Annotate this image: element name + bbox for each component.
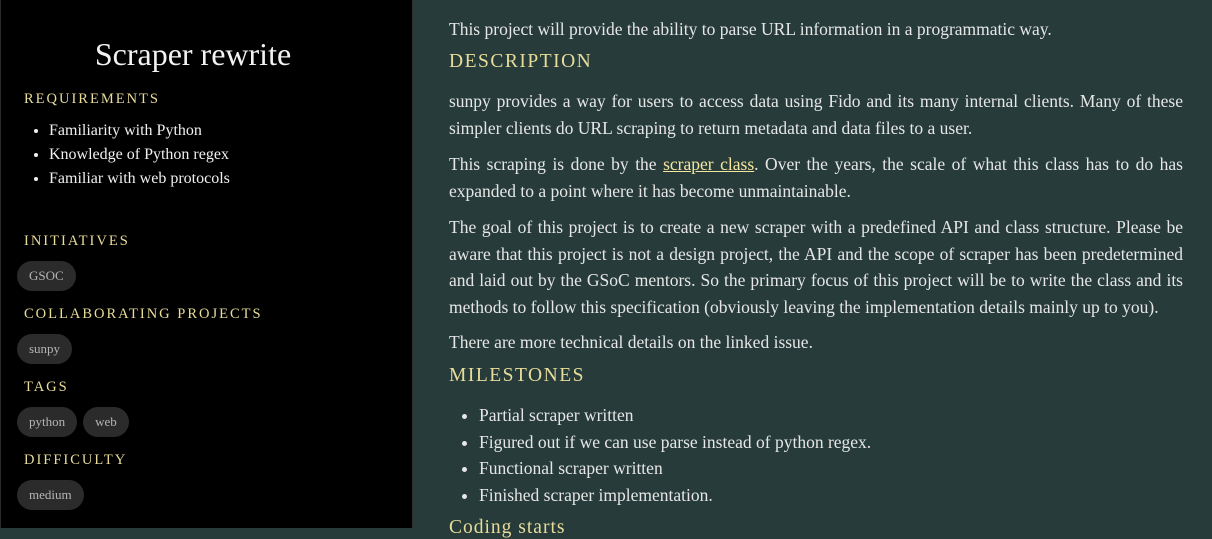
milestone-item: Partial scraper written xyxy=(479,402,871,429)
technical-details-text: There are more technical details on the … xyxy=(449,332,813,352)
scraper-class-link[interactable]: scraper class xyxy=(663,154,754,174)
requirement-item: Familiarity with Python xyxy=(49,119,230,143)
coding-starts-heading: Coding starts xyxy=(449,517,566,538)
goal-paragraph: The goal of this project is to create a … xyxy=(449,217,1183,317)
collaborating-projects-heading: COLLABORATING PROJECTS xyxy=(24,306,263,322)
tag-pill-web[interactable]: web xyxy=(83,407,129,437)
difficulty-pill-medium[interactable]: medium xyxy=(17,480,84,510)
requirement-item: Familiar with web protocols xyxy=(49,167,230,191)
initiative-pill-gsoc[interactable]: GSOC xyxy=(17,261,76,291)
scraper-text-before: This scraping is done by the xyxy=(449,154,664,174)
requirement-item: Knowledge of Python regex xyxy=(49,143,230,167)
milestones-heading: MILESTONES xyxy=(449,365,585,386)
milestone-item: Figured out if we can use parse instead … xyxy=(479,429,871,456)
tags-heading: TAGS xyxy=(24,379,69,395)
sidebar: Scraper rewrite REQUIREMENTS Familiarity… xyxy=(0,0,414,528)
milestone-item: Finished scraper implementation. xyxy=(479,482,871,509)
project-title: Scraper rewrite xyxy=(94,36,292,72)
description-paragraph: sunpy provides a way for users to access… xyxy=(449,91,1183,138)
difficulty-heading: DIFFICULTY xyxy=(24,452,128,468)
tags-pills: python web xyxy=(17,407,129,437)
initiatives-heading: INITIATIVES xyxy=(24,233,130,249)
scraper-paragraph: This scraping is done by the scraper cla… xyxy=(449,151,1183,204)
difficulty-pills: medium xyxy=(17,480,84,510)
requirements-list: Familiarity with Python Knowledge of Pyt… xyxy=(25,119,230,191)
milestones-list: Partial scraper written Figured out if w… xyxy=(449,402,871,508)
milestone-item: Functional scraper written xyxy=(479,455,871,482)
initiatives-pills: GSOC xyxy=(17,261,76,291)
requirements-heading: REQUIREMENTS xyxy=(24,91,160,107)
tag-pill-python[interactable]: python xyxy=(17,407,78,437)
intro-text: This project will provide the ability to… xyxy=(449,19,1052,39)
collaborating-pills: sunpy xyxy=(17,334,73,364)
project-pill-sunpy[interactable]: sunpy xyxy=(17,334,73,364)
description-heading: DESCRIPTION xyxy=(449,51,593,72)
